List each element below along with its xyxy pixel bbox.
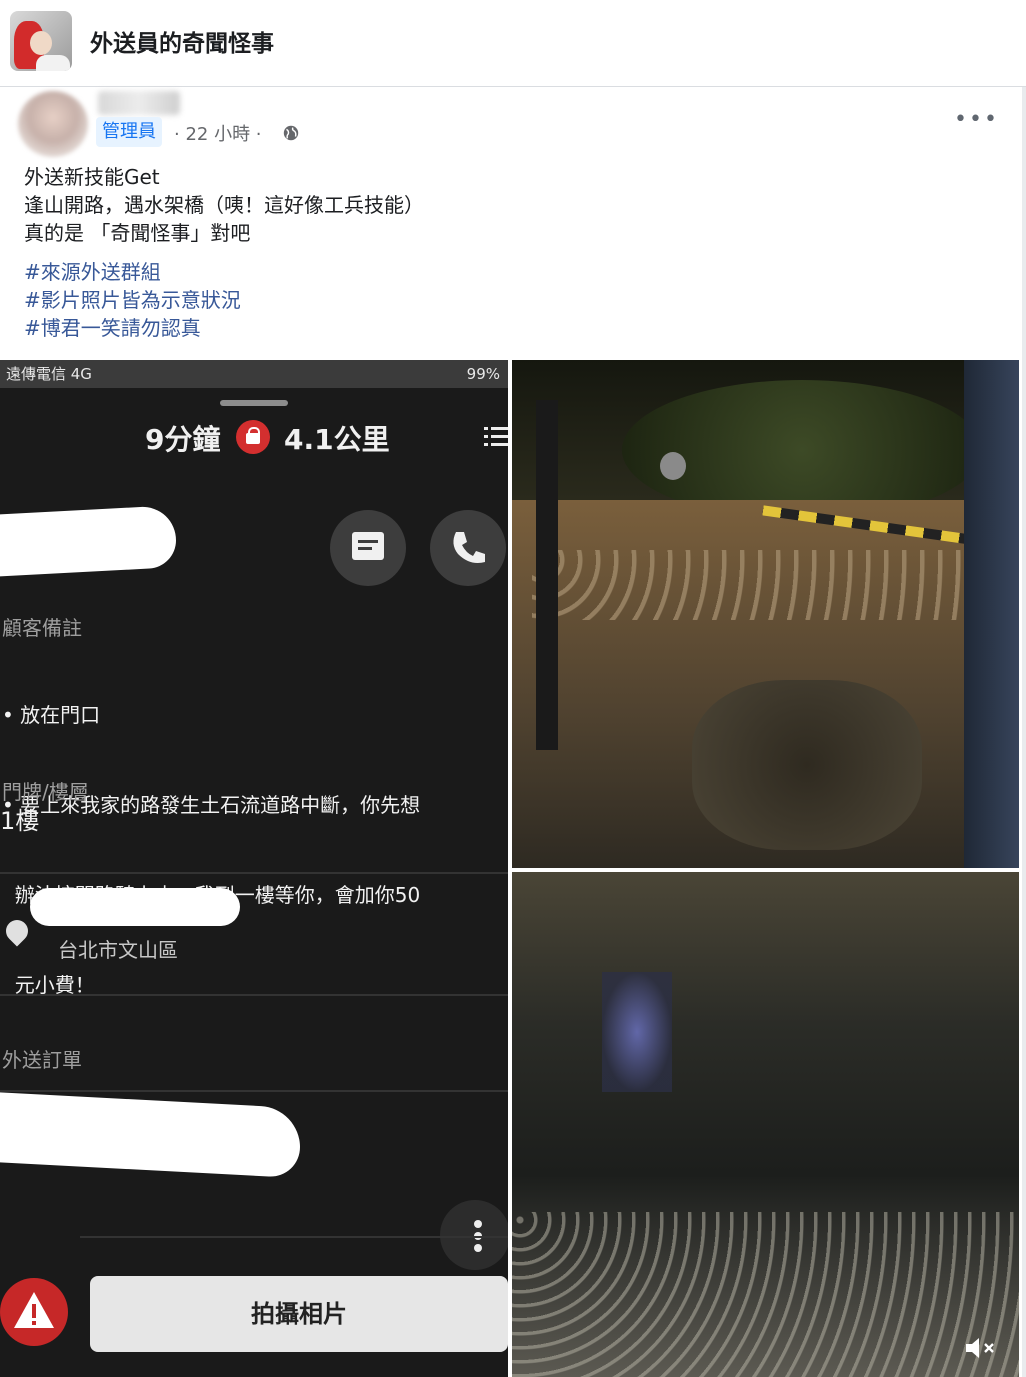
post-card: 管理員 · 22 小時 · ••• 外送新技能Get 逢山開路，遇水架橋（咦！這… <box>0 87 1026 1377</box>
post-photo-app-screenshot[interactable]: 遠傳電信 4G 99% 9分鐘 4.1公里 顧客備註 • 放在門口 • 要上來我… <box>0 360 508 1377</box>
phone-icon <box>430 510 506 586</box>
warning-icon <box>0 1278 68 1346</box>
post-line: 真的是 「奇聞怪事」對吧 <box>24 221 251 245</box>
scene-debris <box>692 680 922 850</box>
eta-text: 9分鐘 <box>145 423 221 456</box>
hashtag-link[interactable]: #來源外送群組 <box>24 258 241 286</box>
scene-signpost <box>536 400 558 750</box>
menu-icon <box>484 427 508 446</box>
post-line: 逢山開路，遇水架橋（咦！這好像工兵技能） <box>24 193 424 217</box>
hashtag-link[interactable]: #影片照片皆為示意狀況 <box>24 286 241 314</box>
mute-icon[interactable] <box>964 1334 996 1362</box>
scene-light-reflection <box>602 972 672 1092</box>
floor-label: 門牌/樓層 <box>2 780 89 804</box>
floor-value: 1樓 <box>0 807 40 835</box>
group-avatar[interactable] <box>10 11 72 71</box>
distance-text: 4.1公里 <box>284 423 390 456</box>
post-line: 外送新技能Get <box>24 165 160 189</box>
post-photo-landslide[interactable] <box>512 360 1019 868</box>
author-avatar-blurred[interactable] <box>18 91 88 157</box>
admin-badge[interactable]: 管理員 <box>96 117 162 147</box>
hashtag-list: #來源外送群組 #影片照片皆為示意狀況 #博君一笑請勿認真 <box>24 258 241 342</box>
group-header: 外送員的奇聞怪事 <box>0 0 1026 87</box>
divider <box>80 1236 508 1238</box>
order-label: 外送訂單 <box>2 1048 82 1072</box>
author-name-blurred[interactable] <box>98 91 180 115</box>
post-body: 外送新技能Get 逢山開路，遇水架橋（咦！這好像工兵技能） 真的是 「奇聞怪事」… <box>24 163 424 247</box>
note-line: • 放在門口 <box>2 703 101 727</box>
post-timestamp[interactable]: · 22 小時 · <box>174 120 262 146</box>
customer-note-text: • 放在門口 • 要上來我家的路發生土石流道路中斷，你先想 辦法挖開路騎上來，我… <box>2 640 420 1060</box>
scene-pillar <box>964 360 1019 868</box>
scene-gravel <box>512 1212 1019 1377</box>
scene-mirror <box>660 452 686 480</box>
redaction-scribble <box>30 888 240 926</box>
redaction-scribble <box>0 505 176 577</box>
take-photo-button: 拍攝相片 <box>90 1276 508 1352</box>
post-video-flood[interactable] <box>512 872 1019 1377</box>
group-title[interactable]: 外送員的奇聞怪事 <box>90 24 274 58</box>
hashtag-link[interactable]: #博君一笑請勿認真 <box>24 314 241 342</box>
carrier-label: 遠傳電信 4G <box>6 365 92 383</box>
avatar-body <box>36 55 70 71</box>
battery-level: 99% <box>466 365 500 383</box>
avatar-face <box>30 31 52 55</box>
message-icon <box>330 510 406 586</box>
scene-rubble <box>532 550 972 620</box>
status-bar: 遠傳電信 4G 99% <box>0 360 508 388</box>
divider <box>0 872 508 874</box>
more-options-icon[interactable]: ••• <box>954 107 997 132</box>
district-text: 台北市文山區 <box>58 938 178 962</box>
redaction-scribble <box>0 1091 300 1179</box>
customer-note-label: 顧客備註 <box>2 616 82 640</box>
divider <box>0 994 508 996</box>
scene-trees <box>622 380 982 520</box>
divider <box>0 1090 508 1092</box>
sheet-handle <box>220 400 288 406</box>
kebab-menu-icon <box>440 1200 508 1270</box>
globe-icon <box>283 125 299 141</box>
lock-icon <box>236 420 270 454</box>
